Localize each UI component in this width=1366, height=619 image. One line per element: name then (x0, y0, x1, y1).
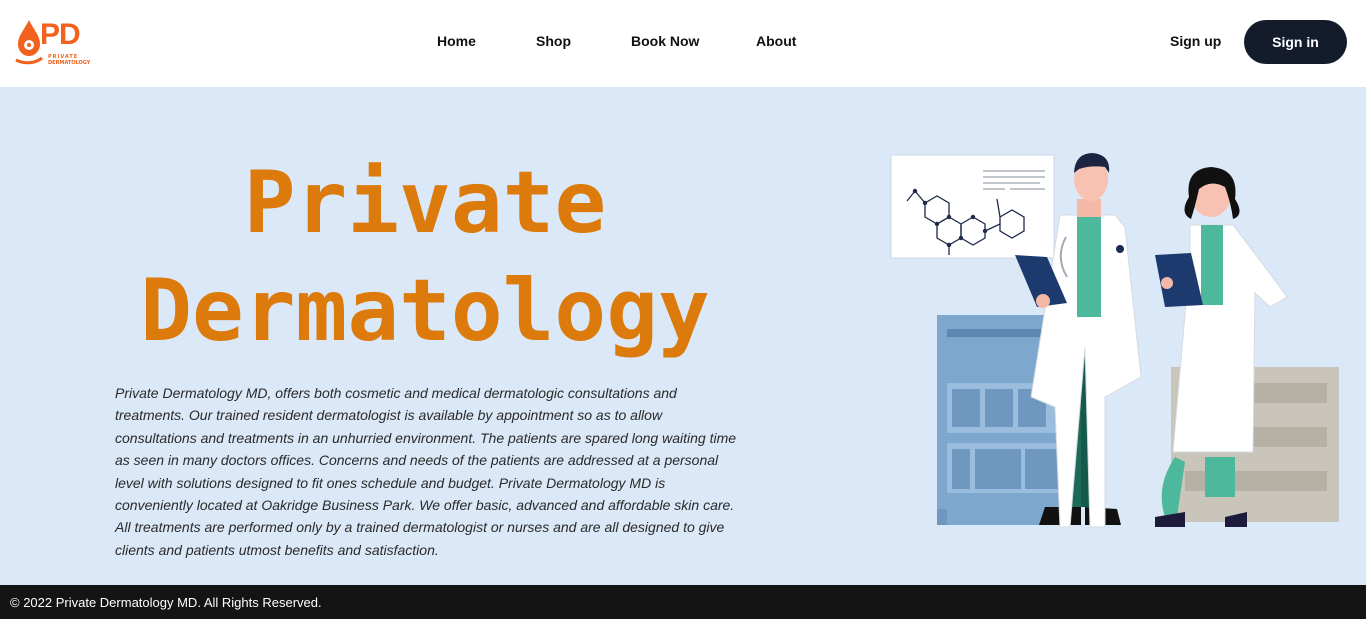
sign-up-link[interactable]: Sign up (1170, 33, 1221, 49)
nav-shop[interactable]: Shop (536, 33, 571, 49)
nav-book-now[interactable]: Book Now (631, 33, 699, 49)
hero-section: Private Dermatology Private Dermatology … (0, 87, 1366, 585)
sign-in-button[interactable]: Sign in (1244, 20, 1347, 64)
hero-description: Private Dermatology MD, offers both cosm… (115, 385, 737, 558)
hero-title: Private Dermatology (70, 149, 780, 365)
nav-about[interactable]: About (756, 33, 796, 49)
site-footer: © 2022 Private Dermatology MD. All Right… (0, 585, 1366, 619)
brand-logo[interactable]: PD PRIVATE DERMATOLOGY (14, 18, 96, 68)
site-header: PD PRIVATE DERMATOLOGY Home Shop Book No… (0, 0, 1366, 87)
copyright-text: © 2022 Private Dermatology MD. All Right… (10, 595, 322, 610)
logo-subtitle-2: DERMATOLOGY (48, 60, 91, 66)
hero-title-line-2: Dermatology (140, 261, 710, 361)
doctors-illustration (890, 153, 1339, 528)
hero-title-line-1: Private (243, 153, 607, 253)
logo-mark: PD (40, 18, 81, 51)
nav-home[interactable]: Home (437, 33, 476, 49)
